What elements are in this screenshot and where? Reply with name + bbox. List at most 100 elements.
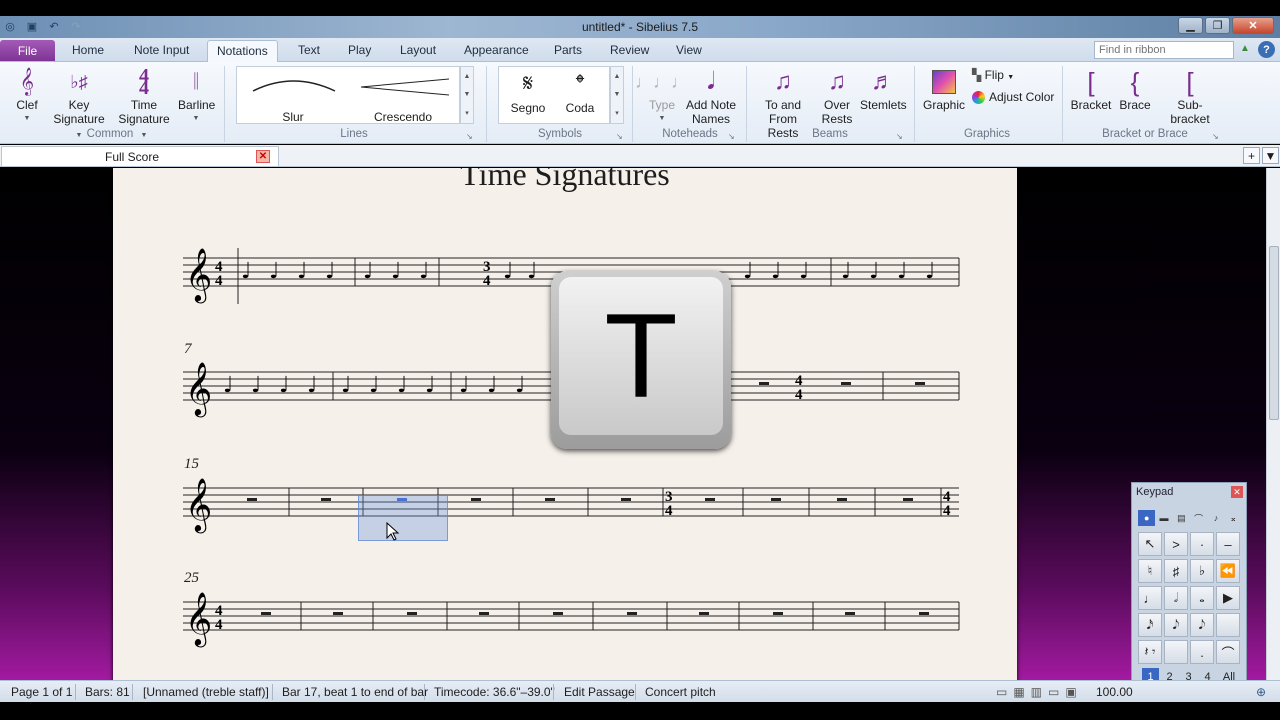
notehead-type-button[interactable]: ♩♩♩ Type ▼ xyxy=(635,66,689,126)
file-tab[interactable]: File xyxy=(0,40,55,61)
new-tab-icon[interactable]: + xyxy=(1243,147,1260,164)
tab-parts[interactable]: Parts xyxy=(554,43,582,57)
beam-rests-icon: ♫ xyxy=(774,68,792,95)
staff-system-4[interactable]: 𝄞 4 4 xyxy=(183,592,973,656)
tab-note-input[interactable]: Note Input xyxy=(134,43,189,57)
minimize-ribbon-icon[interactable]: ▲ xyxy=(1240,43,1250,54)
keypad-mode-icon[interactable]: ⌒ xyxy=(1190,510,1207,526)
view-mode-icons[interactable]: ▭▦▥▭▣ xyxy=(996,685,1083,699)
keypad-key[interactable]: 𝅘𝅥𝅯 xyxy=(1138,613,1162,637)
keystroke-letter: T xyxy=(559,277,723,435)
keypad-key[interactable] xyxy=(1216,613,1240,637)
time-signature-icon: 44 xyxy=(139,65,149,99)
group-separator xyxy=(914,66,915,142)
dialog-launcher-icon[interactable]: ↘ xyxy=(1212,132,1219,141)
keypad-close-icon[interactable]: ✕ xyxy=(1231,486,1243,498)
selected-bar-highlight[interactable] xyxy=(358,495,448,541)
status-timecode: Timecode: 36.6"–39.0" xyxy=(434,685,555,699)
keypad-key[interactable]: ⏪ xyxy=(1216,559,1240,583)
vertical-scrollbar[interactable] xyxy=(1266,168,1280,680)
tab-text[interactable]: Text xyxy=(298,43,320,57)
dialog-launcher-icon[interactable]: ↘ xyxy=(728,132,735,141)
crescendo-icon xyxy=(360,78,450,96)
keypad-key[interactable]: ⌒ xyxy=(1216,640,1240,664)
close-button[interactable]: ✕ xyxy=(1232,17,1274,34)
lines-gallery-scroll[interactable]: ▲ ▼ ▾ xyxy=(460,66,474,124)
svg-text:♩: ♩ xyxy=(799,259,809,284)
tab-list-icon[interactable]: ▼ xyxy=(1262,147,1279,164)
symbols-gallery-scroll[interactable]: ▲ ▼ ▾ xyxy=(610,66,624,124)
score-title[interactable]: Time Signatures xyxy=(113,168,1017,193)
dialog-launcher-icon[interactable]: ↘ xyxy=(466,132,473,141)
barline-button[interactable]: 𝄁 Barline ▼ xyxy=(178,66,215,126)
tab-play[interactable]: Play xyxy=(348,43,371,57)
tab-notations[interactable]: Notations xyxy=(207,40,278,62)
find-in-ribbon-input[interactable] xyxy=(1094,41,1234,59)
svg-text:♩: ♩ xyxy=(841,259,851,284)
keypad-mode-icon[interactable]: ▤ xyxy=(1173,510,1190,526)
lines-gallery: Slur Crescendo xyxy=(236,66,460,124)
keypad-mode-icon[interactable]: ● xyxy=(1138,510,1156,526)
slur-item[interactable]: Slur xyxy=(241,67,345,124)
keypad-key[interactable]: . xyxy=(1190,640,1214,664)
keypad-key[interactable]: – xyxy=(1216,532,1240,556)
flip-button[interactable]: ▚ Flip ▼ xyxy=(972,68,1014,82)
keypad-key[interactable]: 𝄽 𝄾 xyxy=(1138,640,1162,664)
keypad-key[interactable]: ♭ xyxy=(1190,559,1214,583)
keypad-key[interactable]: > xyxy=(1164,532,1188,556)
keypad-key[interactable]: ↖ xyxy=(1138,532,1162,556)
graphic-button[interactable]: Graphic xyxy=(922,66,966,112)
svg-text:♩: ♩ xyxy=(223,373,233,398)
adjust-color-button[interactable]: Adjust Color xyxy=(972,90,1054,104)
keypad-key[interactable]: 𝅘𝅥𝅮 xyxy=(1164,613,1188,637)
bar-number: 25 xyxy=(184,570,199,586)
close-tab-icon[interactable]: ✕ xyxy=(256,150,270,163)
treble-clef-icon: 𝄞 xyxy=(185,592,212,647)
tab-view[interactable]: View xyxy=(676,43,702,57)
minimize-button[interactable]: ▁ xyxy=(1178,17,1203,34)
tab-appearance[interactable]: Appearance xyxy=(464,43,529,57)
tab-home[interactable]: Home xyxy=(72,43,104,57)
dialog-launcher-icon[interactable]: ↘ xyxy=(896,132,903,141)
keypad-title: Keypad xyxy=(1136,486,1174,498)
staff-system-3[interactable]: 𝄞 3 4 4 4 xyxy=(183,478,973,542)
zoom-level[interactable]: 100.00 xyxy=(1096,685,1133,699)
keypad-key[interactable]: ♩ xyxy=(1138,586,1162,610)
keypad-key[interactable]: 𝅝 xyxy=(1190,586,1214,610)
crescendo-item[interactable]: Crescendo xyxy=(351,67,455,124)
document-tab-full-score[interactable]: Full Score ✕ xyxy=(1,146,279,166)
keypad-mode-strip: ● ▬ ▤ ⌒ ♪ 𝄪 xyxy=(1138,510,1242,526)
svg-text:♩: ♩ xyxy=(425,373,435,398)
add-note-names-icon: 𝅘𝅥 xyxy=(707,68,715,95)
clef-button[interactable]: 𝄞 Clef ▼ xyxy=(12,66,42,126)
tab-review[interactable]: Review xyxy=(610,43,649,57)
keypad-mode-icon[interactable]: 𝄪 xyxy=(1225,510,1242,526)
zoom-in-icon[interactable]: ⊕ xyxy=(1256,685,1266,699)
sub-bracket-button[interactable]: [ Sub-bracket xyxy=(1158,66,1222,126)
scroll-thumb[interactable] xyxy=(1269,246,1279,420)
keypad-mode-icon[interactable]: ♪ xyxy=(1207,510,1224,526)
stemlets-button[interactable]: ♬ Stemlets xyxy=(860,66,907,113)
coda-item[interactable]: 𝄌 Coda xyxy=(555,67,605,123)
brace-button[interactable]: { Brace xyxy=(1118,66,1152,112)
keypad-key[interactable]: 𝅗𝅥 xyxy=(1164,586,1188,610)
help-icon[interactable]: ? xyxy=(1258,41,1275,58)
svg-text:♩: ♩ xyxy=(459,373,469,398)
keypad-key[interactable]: · xyxy=(1190,532,1214,556)
add-note-names-button[interactable]: 𝅘𝅥 Add Note Names xyxy=(684,66,738,127)
document-tab-bar: Full Score ✕ + ▼ xyxy=(0,145,1280,167)
keypad-key[interactable]: 𝅘𝅥𝅮 xyxy=(1190,613,1214,637)
bracket-button[interactable]: [ Bracket xyxy=(1070,66,1112,112)
segno-item[interactable]: 𝄋 Segno xyxy=(503,67,553,123)
maximize-button[interactable]: ❐ xyxy=(1205,17,1230,34)
svg-text:♩: ♩ xyxy=(503,259,513,284)
over-rests-button[interactable]: ♫ Over Rests xyxy=(818,66,856,127)
keypad-key[interactable]: ▶ xyxy=(1216,586,1240,610)
keypad-key[interactable]: ♯ xyxy=(1164,559,1188,583)
dialog-launcher-icon[interactable]: ↘ xyxy=(616,132,623,141)
tab-layout[interactable]: Layout xyxy=(400,43,436,57)
keypad-mode-icon[interactable]: ▬ xyxy=(1155,510,1172,526)
keypad-key[interactable] xyxy=(1164,640,1188,664)
keypad-key[interactable]: ♮ xyxy=(1138,559,1162,583)
window-controls: ▁ ❐ ✕ xyxy=(1178,17,1274,34)
